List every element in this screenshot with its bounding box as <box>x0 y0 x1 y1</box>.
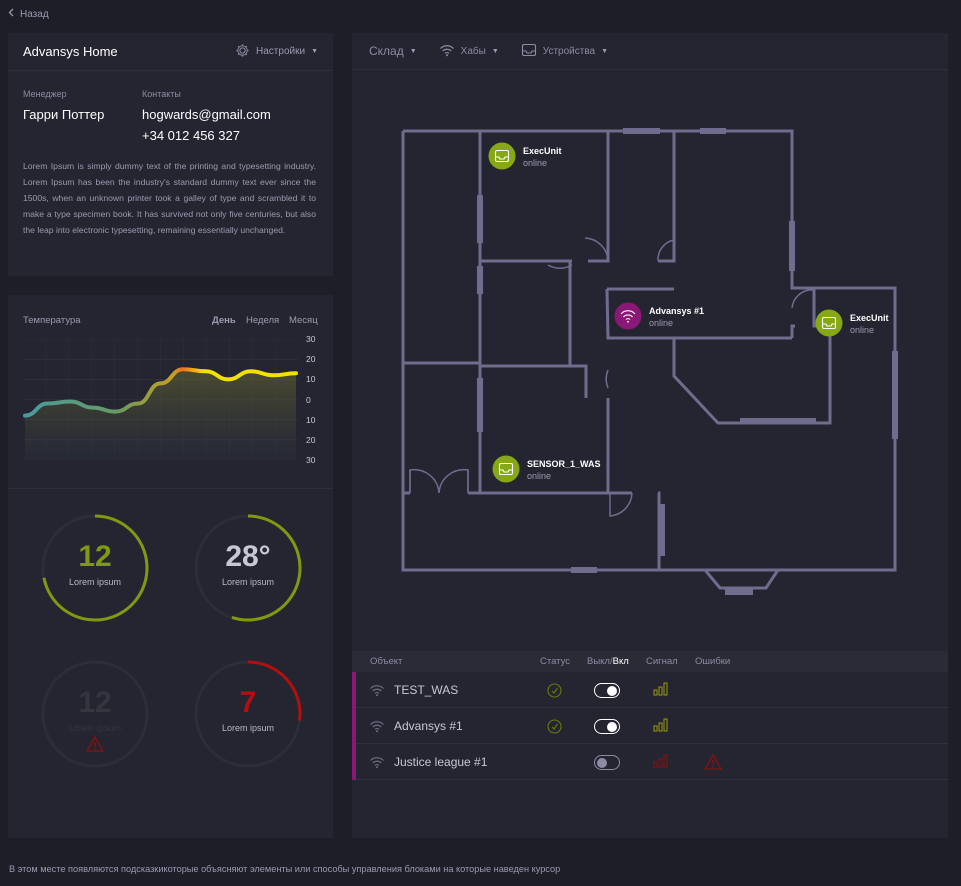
gear-icon <box>235 43 250 61</box>
device-status: online <box>523 158 547 168</box>
col-signal: Сигнал <box>646 656 678 667</box>
signal-bars-icon <box>653 754 669 773</box>
gauge-2[interactable]: 28° Lorem ipsum <box>193 513 303 623</box>
row-name: Advansys #1 <box>394 719 463 733</box>
y-tick-label: 10 <box>306 414 316 425</box>
home-title: Advansys Home <box>23 44 118 59</box>
devices-table-header: Объект Статус Выкл/Вкл Сигнал Ошибки <box>352 651 948 672</box>
y-tick-label: 10 <box>306 374 316 385</box>
y-tick-label: 30 <box>306 334 316 344</box>
wifi-icon <box>369 719 385 738</box>
row-name: TEST_WAS <box>394 683 459 697</box>
back-link[interactable]: Назад <box>8 8 49 20</box>
device-marker-1[interactable]: ExecUnit online <box>488 142 562 170</box>
manager-name: Гарри Поттер <box>23 107 105 122</box>
warning-icon[interactable] <box>703 753 723 775</box>
period-tab-day[interactable]: День <box>212 315 236 326</box>
home-info-panel: Advansys Home Настройки ▼ Менеджер Гарри… <box>8 33 333 276</box>
device-marker-bg <box>488 142 516 170</box>
toggle-knob <box>597 757 607 768</box>
floor-plan-windows <box>477 128 898 595</box>
settings-dropdown[interactable]: Настройки ▼ <box>235 43 318 61</box>
back-label: Назад <box>20 8 49 20</box>
contacts-label: Контакты <box>142 89 181 99</box>
hint-text: В этом месте появляются подсказкикоторые… <box>9 864 561 874</box>
wifi-icon <box>369 755 385 774</box>
device-status: online <box>649 318 673 328</box>
gauge-value: 12 <box>78 686 112 719</box>
device-marker-3[interactable]: ExecUnit online <box>815 309 889 337</box>
temperature-chart <box>23 339 298 460</box>
col-switch-off: Выкл/ <box>587 656 613 667</box>
enable-toggle[interactable] <box>594 719 620 734</box>
row-name: Justice league #1 <box>394 755 488 769</box>
caret-down-icon: ▼ <box>311 48 318 55</box>
table-row[interactable]: Advansys #1 <box>352 708 948 744</box>
signal-bars-icon <box>653 682 669 701</box>
device-marker-bg <box>492 455 520 483</box>
y-tick-label: 20 <box>306 354 316 365</box>
check-circle-icon <box>547 719 562 739</box>
gauge-value: 7 <box>239 686 257 719</box>
row-accent <box>352 708 356 744</box>
settings-label: Настройки <box>256 46 306 57</box>
device-name: ExecUnit <box>523 146 562 156</box>
period-tab-week[interactable]: Неделя <box>246 315 279 326</box>
col-status: Статус <box>540 656 571 667</box>
toggle-knob <box>607 721 617 732</box>
contact-email[interactable]: hogwards@gmail.com <box>142 107 271 122</box>
period-tab-month[interactable]: Месяц <box>289 315 318 326</box>
check-circle-icon <box>547 683 562 703</box>
temperature-label: Температура <box>23 315 81 326</box>
wifi-icon <box>369 683 385 702</box>
device-marker-bg <box>815 309 843 337</box>
device-marker-4[interactable]: SENSOR_1_WASonline <box>492 455 601 483</box>
table-row[interactable]: TEST_WAS <box>352 672 948 708</box>
gauge-4[interactable]: 7 Lorem ipsum <box>193 659 303 769</box>
contact-phone[interactable]: +34 012 456 327 <box>142 128 240 143</box>
chevron-left-icon <box>8 8 14 20</box>
col-switch: Выкл/Вкл <box>587 656 629 667</box>
home-description: Lorem Ipsum is simply dummy text of the … <box>23 161 316 235</box>
device-marker-bg <box>614 302 642 330</box>
gauge-value: 12 <box>78 540 112 573</box>
row-accent <box>352 672 356 708</box>
temperature-panel: Температура День Неделя Месяц 30 20 10 0 10 2… <box>8 295 333 838</box>
y-tick-label: 20 <box>306 434 316 445</box>
col-errors: Ошибки <box>695 656 731 667</box>
gauge-caption: Lorem ipsum <box>68 577 122 587</box>
y-tick-label: 30 <box>306 455 316 465</box>
gauge-value: 28° <box>225 540 271 573</box>
signal-bars-icon <box>653 718 669 737</box>
gauge-3[interactable]: 12 Lorem ipsum <box>40 659 150 769</box>
device-name: SENSOR_1_WAS <box>527 459 601 469</box>
gauge-1[interactable]: 12 Lorem ipsum <box>40 513 150 623</box>
col-object: Объект <box>370 656 403 667</box>
col-switch-on: Вкл <box>612 656 629 667</box>
floor-plan-walls <box>401 129 897 590</box>
floor-plan-doors <box>409 237 815 517</box>
gauge-caption: Lorem ipsum <box>68 723 122 733</box>
floor-plan[interactable]: ExecUnit online Advansys #1 online ExecUnit o… <box>352 33 948 633</box>
divider <box>8 488 333 489</box>
toggle-knob <box>607 685 617 696</box>
table-row[interactable]: Justice league #1 <box>352 744 948 780</box>
manager-label: Менеджер <box>23 89 67 99</box>
device-status: online <box>850 325 874 335</box>
y-tick-label: 0 <box>306 394 311 405</box>
device-status: online <box>527 471 551 481</box>
gauge-caption: Lorem ipsum <box>221 723 275 733</box>
device-name: ExecUnit <box>850 313 889 323</box>
warning-icon <box>85 735 105 757</box>
device-marker-2[interactable]: Advansys #1 online <box>614 302 705 330</box>
enable-toggle[interactable] <box>594 683 620 698</box>
gauge-caption: Lorem ipsum <box>221 577 275 587</box>
row-accent <box>352 744 356 780</box>
floorplan-panel: Склад ▼ Хабы ▼ Устройства ▼ ExecUnit onl… <box>352 33 948 838</box>
device-name: Advansys #1 <box>649 306 704 316</box>
enable-toggle[interactable] <box>594 755 620 770</box>
